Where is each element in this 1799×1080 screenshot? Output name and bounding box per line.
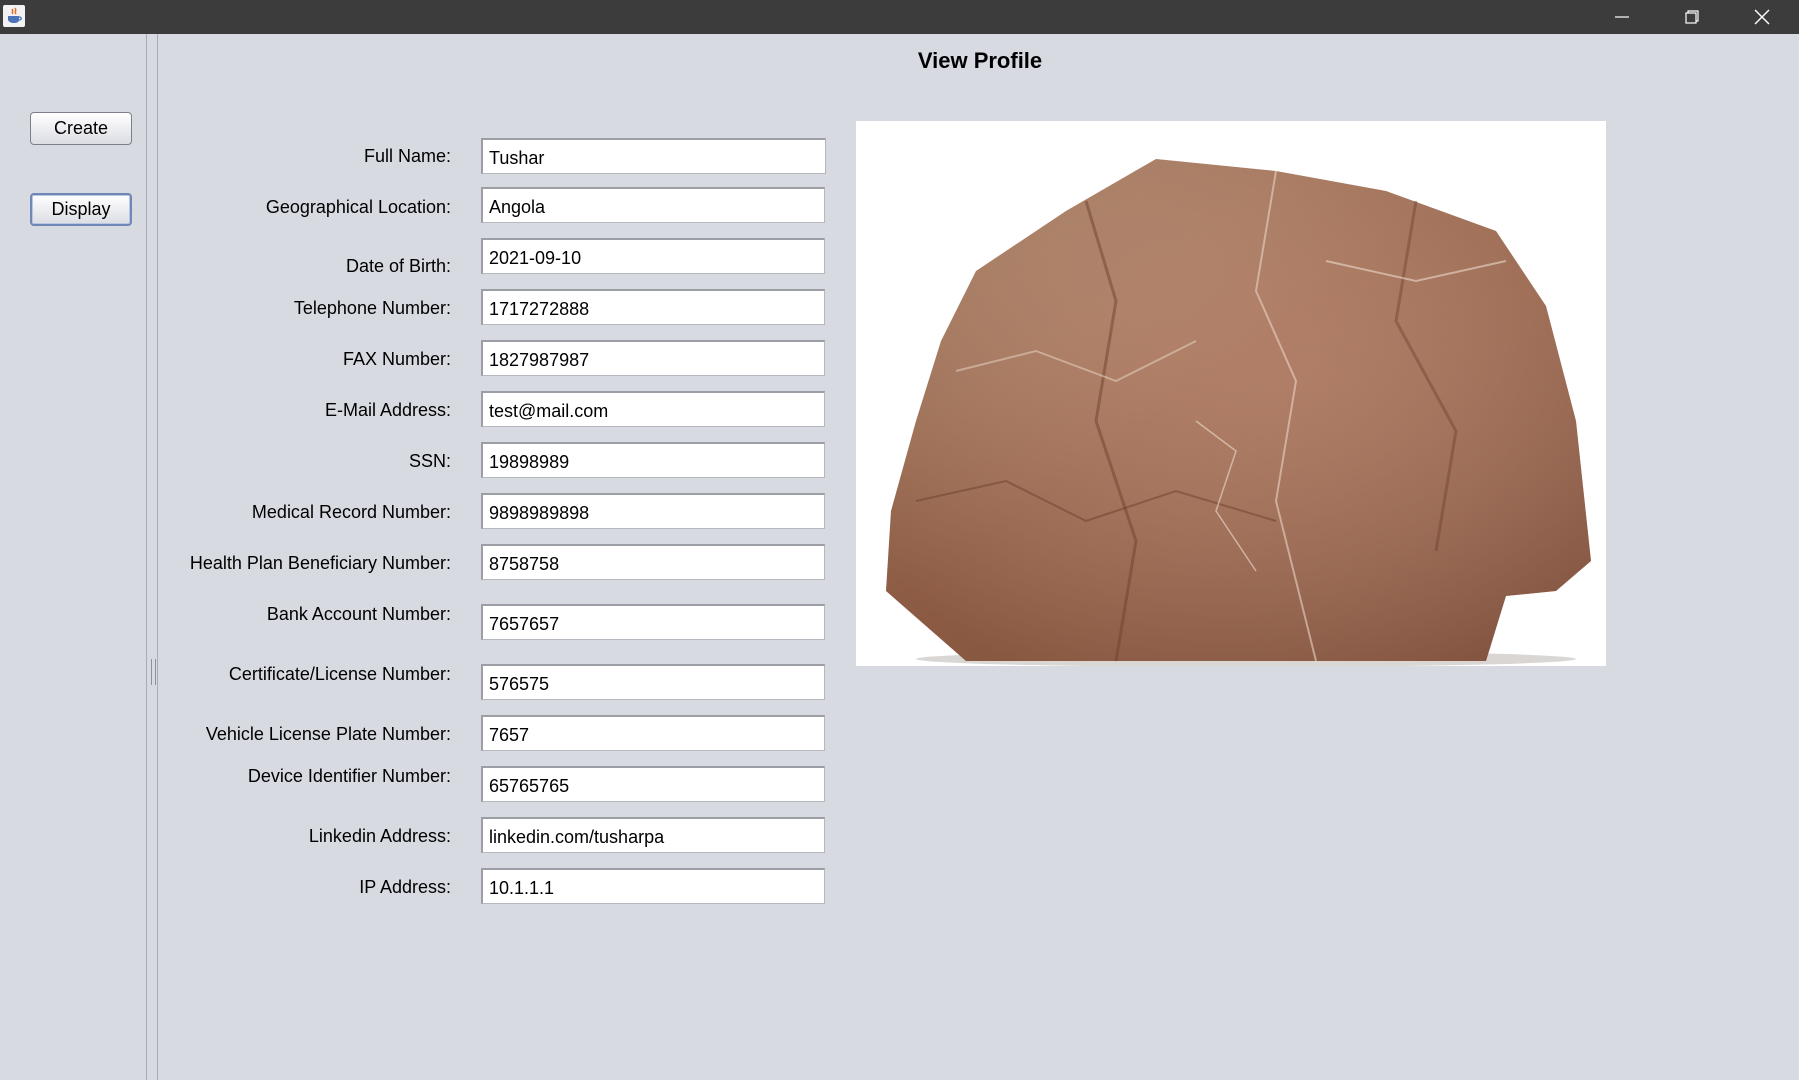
health-plan-beneficiary-number-label: Health Plan Beneficiary Number: [189,553,451,573]
vehicle-license-plate-number-field[interactable]: 7657 [481,715,825,751]
certificate-license-number-label: Certificate/License Number: [228,664,451,684]
linkedin-address-field[interactable]: linkedin.com/tusharpa [481,817,825,853]
email-address-label: E-Mail Address: [324,400,451,420]
divider-grip[interactable] [151,659,156,685]
device-identifier-number-field[interactable]: 65765765 [481,766,825,802]
date-of-birth-field[interactable]: 2021-09-10 [481,238,825,274]
close-button[interactable] [1727,0,1797,34]
display-button[interactable]: Display [30,193,132,226]
ssn-label: SSN: [408,451,451,471]
minimize-button[interactable] [1587,0,1657,34]
fax-number-label: FAX Number: [342,349,451,369]
telephone-number-label: Telephone Number: [293,298,451,318]
geographical-location-label: Geographical Location: [265,197,451,217]
title-bar [0,0,1799,34]
telephone-number-field[interactable]: 1717272888 [481,289,825,325]
page-title: View Profile [917,48,1043,73]
profile-photo [856,121,1606,666]
bank-account-number-field[interactable]: 7657657 [481,604,825,640]
certificate-license-number-field[interactable]: 576575 [481,664,825,700]
linkedin-address-label: Linkedin Address: [308,826,451,846]
close-icon [1754,9,1770,25]
create-button[interactable]: Create [30,112,132,145]
fax-number-field[interactable]: 1827987987 [481,340,825,376]
vehicle-license-plate-number-label: Vehicle License Plate Number: [205,724,451,744]
ip-address-field[interactable]: 10.1.1.1 [481,868,825,904]
split-pane-divider[interactable] [146,34,158,1080]
full-name-field[interactable]: Tushar [481,138,826,174]
ip-address-label: IP Address: [359,877,451,897]
restore-icon [1685,10,1699,24]
email-address-field[interactable]: test@mail.com [481,391,825,427]
medical-record-number-field[interactable]: 9898989898 [481,493,825,529]
date-of-birth-label: Date of Birth: [345,256,451,276]
sidebar: Create Display [0,34,146,1080]
restore-button[interactable] [1657,0,1727,34]
java-app-icon[interactable] [3,5,25,27]
geographical-location-field[interactable]: Angola [481,187,825,223]
health-plan-beneficiary-number-field[interactable]: 8758758 [481,544,825,580]
medical-record-number-label: Medical Record Number: [251,502,451,522]
ssn-field[interactable]: 19898989 [481,442,825,478]
bank-account-number-label: Bank Account Number: [266,604,451,624]
full-name-label: Full Name: [363,146,451,166]
minimize-icon [1615,16,1629,18]
device-identifier-number-label: Device Identifier Number: [247,766,451,786]
